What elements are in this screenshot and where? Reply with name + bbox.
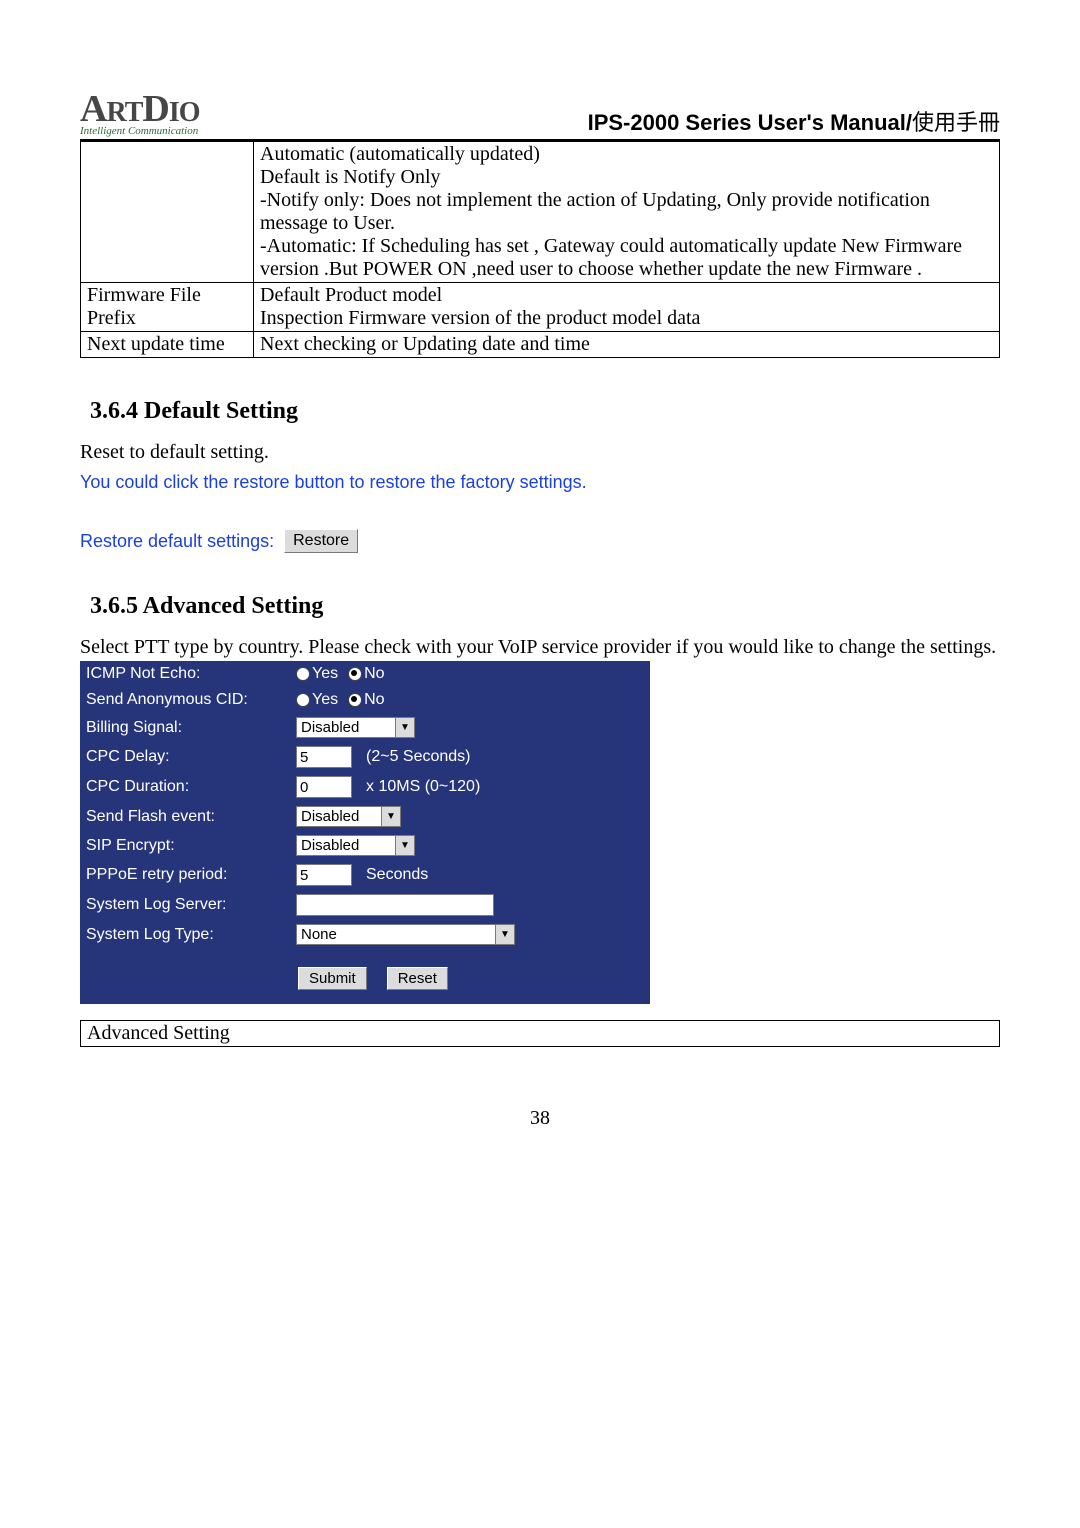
chevron-down-icon: ▼ bbox=[381, 807, 400, 826]
pppoe-label: PPPoE retry period: bbox=[86, 866, 286, 884]
syslog-type-label: System Log Type: bbox=[86, 926, 286, 944]
flash-label: Send Flash event: bbox=[86, 808, 286, 826]
cpc-delay-input[interactable] bbox=[296, 746, 352, 768]
spec-cell-label: Next update time bbox=[81, 332, 254, 358]
chevron-down-icon: ▼ bbox=[395, 718, 414, 737]
logo-subtitle: Intelligent Communication bbox=[80, 126, 200, 137]
icmp-label: ICMP Not Echo: bbox=[86, 665, 286, 683]
restore-help-text: You could click the restore button to re… bbox=[80, 472, 1000, 493]
row-billing: Billing Signal: Disabled ▼ bbox=[80, 713, 650, 742]
flash-select[interactable]: Disabled ▼ bbox=[296, 806, 401, 827]
section-heading-advanced: 3.6.5 Advanced Setting bbox=[90, 593, 1000, 620]
advanced-intro: Select PTT type by country. Please check… bbox=[80, 636, 1000, 659]
page-header: ARTDIO Intelligent Communication IPS-200… bbox=[80, 90, 1000, 141]
anon-no-radio[interactable]: No bbox=[348, 691, 384, 709]
button-row: Submit Reset bbox=[80, 949, 650, 1004]
reset-button[interactable]: Reset bbox=[387, 967, 448, 990]
sip-label: SIP Encrypt: bbox=[86, 837, 286, 855]
row-flash: Send Flash event: Disabled ▼ bbox=[80, 802, 650, 831]
spec-table: Automatic (automatically updated) Defaul… bbox=[80, 141, 1000, 358]
anon-yes-radio[interactable]: Yes bbox=[296, 691, 338, 709]
billing-select[interactable]: Disabled ▼ bbox=[296, 717, 415, 738]
spec-cell: Default Product model Inspection Firmwar… bbox=[254, 283, 1000, 332]
icmp-no-radio[interactable]: No bbox=[348, 665, 384, 683]
footer-table: Advanced Setting bbox=[80, 1020, 1000, 1047]
sip-select[interactable]: Disabled ▼ bbox=[296, 835, 415, 856]
row-cpc-dur: CPC Duration: x 10MS (0~120) bbox=[80, 772, 650, 802]
spec-cell-label: Firmware File Prefix bbox=[81, 283, 254, 332]
table-row: Advanced Setting bbox=[81, 1021, 1000, 1047]
restore-row: Restore default settings: Restore bbox=[80, 529, 1000, 553]
submit-button[interactable]: Submit bbox=[298, 967, 367, 990]
row-syslog-type: System Log Type: None ▼ bbox=[80, 920, 650, 949]
spec-cell: Next checking or Updating date and time bbox=[254, 332, 1000, 358]
row-sip: SIP Encrypt: Disabled ▼ bbox=[80, 831, 650, 860]
send-anon-label: Send Anonymous CID: bbox=[86, 691, 286, 709]
pppoe-input[interactable] bbox=[296, 864, 352, 886]
cpc-dur-label: CPC Duration: bbox=[86, 778, 286, 796]
row-cpc-delay: CPC Delay: (2~5 Seconds) bbox=[80, 742, 650, 772]
table-row: Next update time Next checking or Updati… bbox=[81, 332, 1000, 358]
cpc-dur-input[interactable] bbox=[296, 776, 352, 798]
row-send-anon: Send Anonymous CID: Yes No bbox=[80, 687, 650, 713]
syslog-type-select[interactable]: None ▼ bbox=[296, 924, 515, 945]
syslog-server-label: System Log Server: bbox=[86, 896, 286, 914]
logo: ARTDIO Intelligent Communication bbox=[80, 90, 200, 137]
advanced-form: ICMP Not Echo: Yes No Send Anonymous CID… bbox=[80, 661, 650, 1004]
footer-cell: Advanced Setting bbox=[81, 1021, 1000, 1047]
chevron-down-icon: ▼ bbox=[395, 836, 414, 855]
cpc-delay-label: CPC Delay: bbox=[86, 748, 286, 766]
cpc-delay-suffix: (2~5 Seconds) bbox=[366, 748, 471, 766]
chevron-down-icon: ▼ bbox=[495, 925, 514, 944]
restore-label: Restore default settings: bbox=[80, 531, 274, 552]
spec-cell: Automatic (automatically updated) Defaul… bbox=[254, 142, 1000, 283]
row-pppoe: PPPoE retry period: Seconds bbox=[80, 860, 650, 890]
row-icmp: ICMP Not Echo: Yes No bbox=[80, 661, 650, 687]
table-row: Firmware File Prefix Default Product mod… bbox=[81, 283, 1000, 332]
syslog-server-input[interactable] bbox=[296, 894, 494, 916]
icmp-yes-radio[interactable]: Yes bbox=[296, 665, 338, 683]
table-row: Automatic (automatically updated) Defaul… bbox=[81, 142, 1000, 283]
billing-label: Billing Signal: bbox=[86, 719, 286, 737]
restore-button[interactable]: Restore bbox=[284, 529, 358, 553]
manual-title: IPS-2000 Series User's Manual/使用手冊 bbox=[588, 105, 1000, 137]
section-heading-default: 3.6.4 Default Setting bbox=[90, 398, 1000, 425]
row-syslog-server: System Log Server: bbox=[80, 890, 650, 920]
pppoe-suffix: Seconds bbox=[366, 866, 428, 884]
default-intro: Reset to default setting. bbox=[80, 441, 1000, 464]
logo-text: ARTDIO bbox=[80, 90, 200, 128]
cpc-dur-suffix: x 10MS (0~120) bbox=[366, 778, 480, 796]
page-number: 38 bbox=[80, 1107, 1000, 1130]
